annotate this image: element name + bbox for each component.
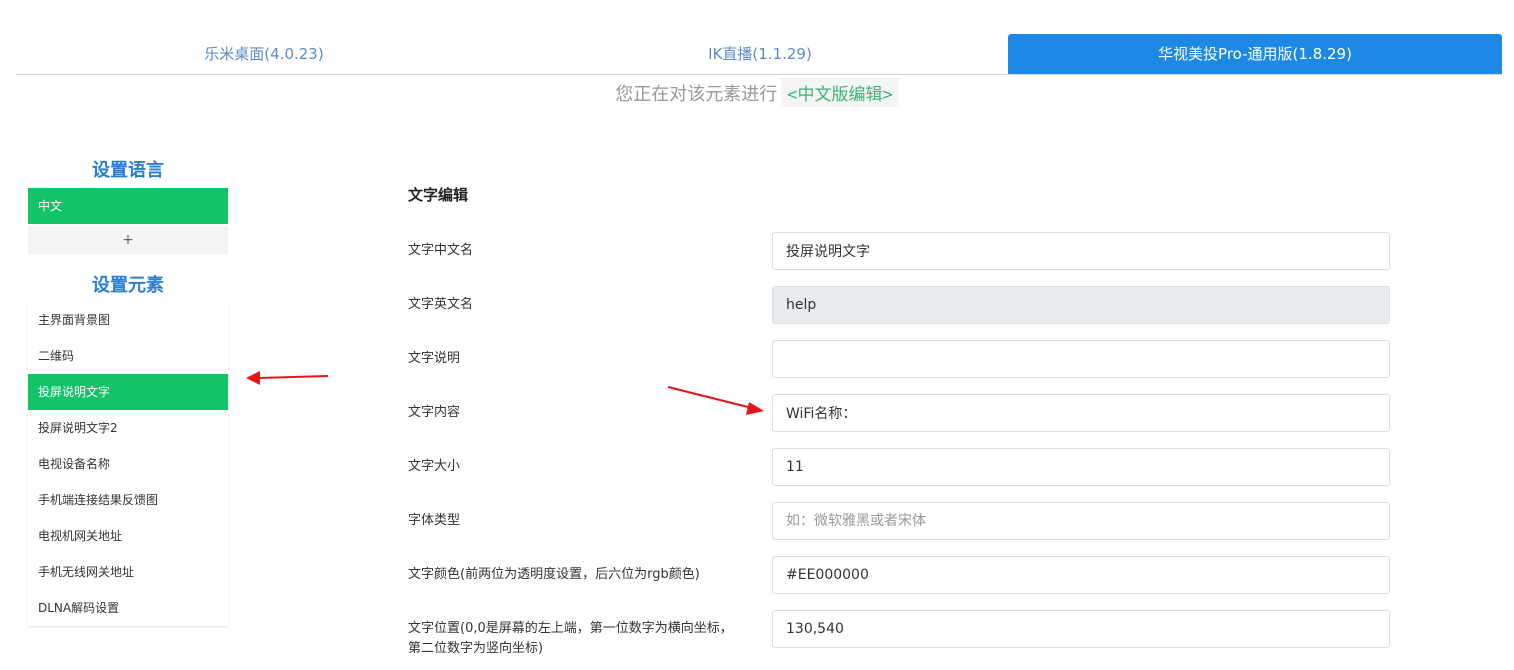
editing-mode-line: 您正在对该元素进行 <中文版编辑> [0, 78, 1514, 108]
field-row-content: 文字内容 [408, 394, 1390, 432]
position-input[interactable] [772, 610, 1390, 648]
tab-huashi-meitou-pro[interactable]: 华视美投Pro-通用版(1.8.29) [1008, 34, 1502, 74]
field-label: 文字大小 [408, 459, 461, 474]
description-input[interactable] [772, 340, 1390, 378]
app-tab-bar: 乐米桌面(4.0.23) IK直播(1.1.29) 华视美投Pro-通用版(1.… [16, 34, 1502, 75]
element-item-qrcode[interactable]: 二维码 [28, 338, 228, 374]
element-item-dlna-decode[interactable]: DLNA解码设置 [28, 590, 228, 626]
field-row-chinese-name: 文字中文名 [408, 232, 1390, 270]
field-label: 文字说明 [408, 351, 461, 366]
english-name-input [772, 286, 1390, 324]
form-title: 文字编辑 [408, 186, 469, 204]
language-section-title: 设置语言 [92, 160, 164, 181]
color-input[interactable] [772, 556, 1390, 594]
element-item-tv-device-name[interactable]: 电视设备名称 [28, 446, 228, 482]
element-item-cast-help-text-2[interactable]: 投屏说明文字2 [28, 410, 228, 446]
field-row-color: 文字颜色(前两位为透明度设置，后六位为rgb颜色) [408, 556, 1390, 594]
field-label: 字体类型 [408, 513, 461, 528]
chinese-name-input[interactable] [772, 232, 1390, 270]
field-row-english-name: 文字英文名 [408, 286, 1390, 324]
tab-ik-live[interactable]: IK直播(1.1.29) [512, 34, 1008, 74]
element-item-cast-help-text[interactable]: 投屏说明文字 [28, 374, 228, 410]
field-label: 文字中文名 [408, 243, 474, 258]
field-row-description: 文字说明 [408, 340, 1390, 378]
field-label: 文字位置(0,0是屏幕的左上端，第一位数字为横向坐标，第二位数字为竖向坐标) [408, 621, 733, 656]
field-row-position: 文字位置(0,0是屏幕的左上端，第一位数字为横向坐标，第二位数字为竖向坐标) [408, 610, 1390, 656]
field-row-font-size: 文字大小 [408, 448, 1390, 486]
field-row-font-family: 字体类型 [408, 502, 1390, 540]
field-label: 文字内容 [408, 405, 461, 420]
field-label: 文字颜色(前两位为透明度设置，后六位为rgb颜色) [408, 567, 700, 582]
element-list: 主界面背景图 二维码 投屏说明文字 投屏说明文字2 电视设备名称 手机端连接结果… [28, 302, 228, 626]
editing-mode-badge: <中文版编辑> [781, 78, 899, 107]
element-item-phone-gateway[interactable]: 手机无线网关地址 [28, 554, 228, 590]
arrow-to-sidebar-icon [246, 371, 329, 385]
tab-lemi-desktop[interactable]: 乐米桌面(4.0.23) [16, 34, 512, 74]
content-input[interactable] [772, 394, 1390, 432]
element-item-tv-gateway[interactable]: 电视机网关地址 [28, 518, 228, 554]
language-item-chinese[interactable]: 中文 [28, 188, 228, 224]
element-item-main-background[interactable]: 主界面背景图 [28, 302, 228, 338]
add-language-button[interactable]: + [28, 226, 228, 254]
editing-mode-prefix: 您正在对该元素进行 [615, 84, 778, 105]
field-label: 文字英文名 [408, 297, 474, 312]
font-family-input[interactable] [772, 502, 1390, 540]
element-section-title: 设置元素 [92, 275, 164, 296]
font-size-input[interactable] [772, 448, 1390, 486]
element-item-phone-result-image[interactable]: 手机端连接结果反馈图 [28, 482, 228, 518]
